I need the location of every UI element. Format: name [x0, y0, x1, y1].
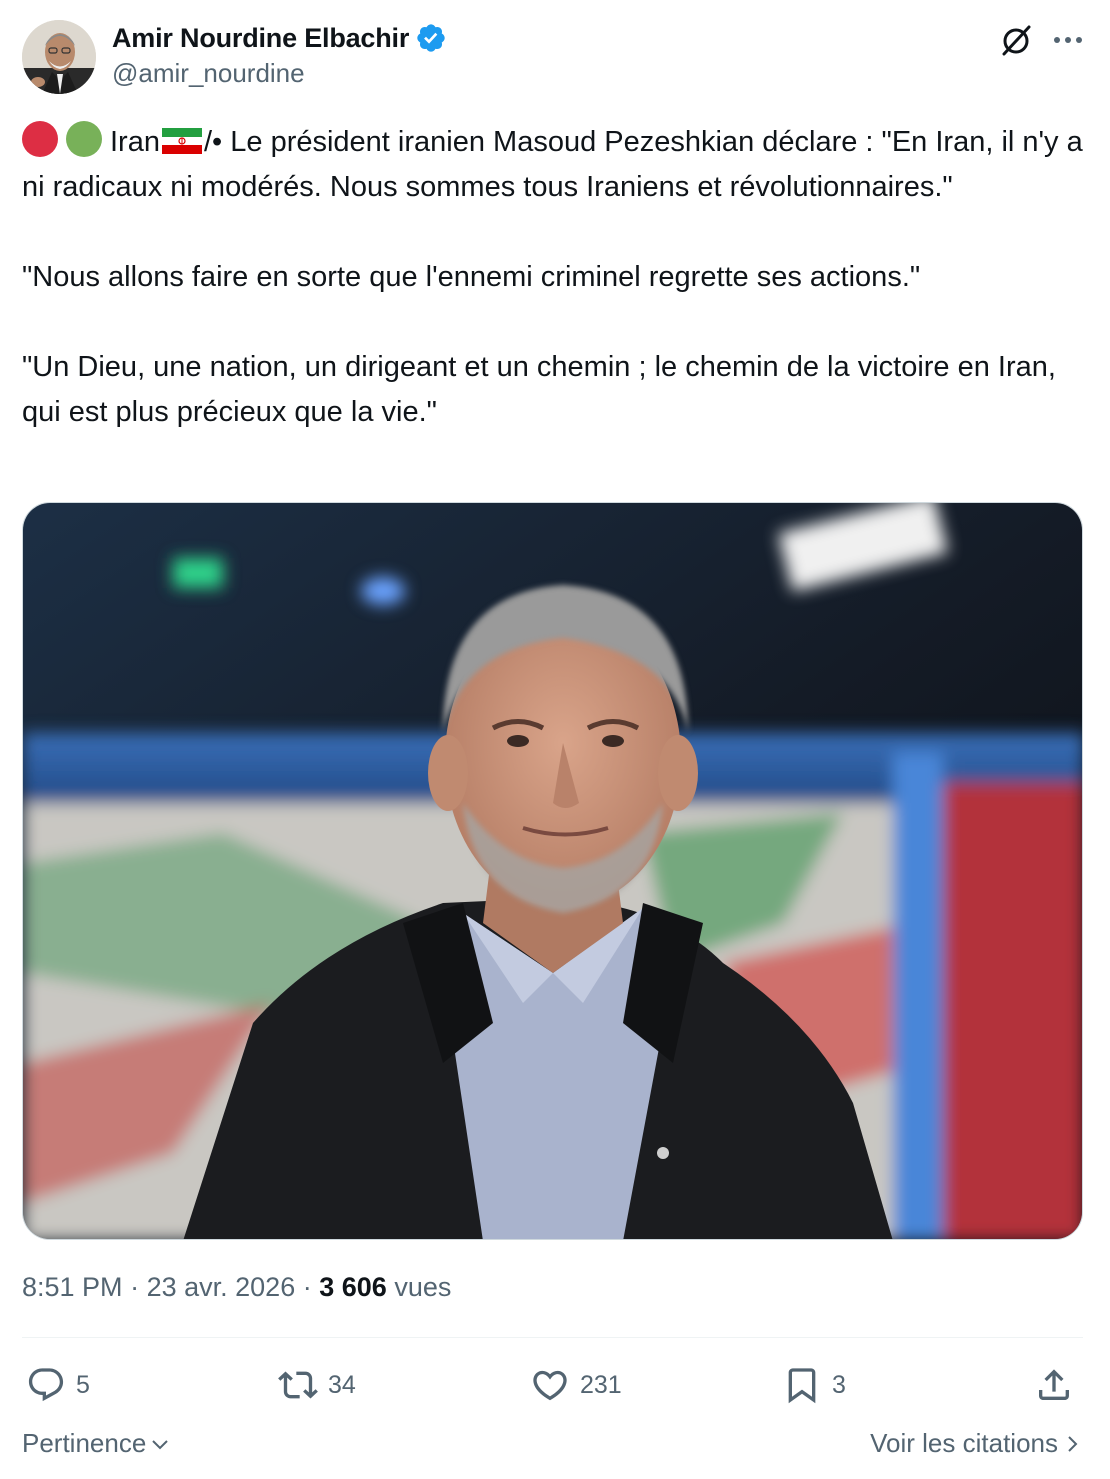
share-button[interactable] [1034, 1362, 1084, 1408]
iran-flag-icon [161, 128, 202, 154]
repost-count: 34 [328, 1370, 356, 1399]
sort-label: Pertinence [22, 1428, 147, 1458]
reply-button[interactable]: 5 [26, 1362, 90, 1408]
tweet-paragraph-2: "Nous allons faire en sorte que l'ennemi… [22, 261, 921, 293]
divider [22, 1337, 1083, 1338]
repost-button[interactable]: 34 [278, 1362, 356, 1408]
bookmark-count: 3 [832, 1370, 846, 1399]
share-icon [1039, 1369, 1069, 1400]
grok-icon[interactable] [998, 22, 1034, 58]
author-names: Amir Nourdine Elbachir @amir_nourdine [112, 20, 447, 89]
reply-icon [28, 1368, 64, 1402]
chevron-down-icon [152, 1439, 169, 1449]
tweet-photo[interactable] [22, 502, 1083, 1240]
view-quotes-label: Voir les citations [870, 1428, 1058, 1458]
like-count: 231 [580, 1370, 622, 1399]
meta-separator-2: · [302, 1272, 312, 1302]
tweet-iran-word: Iran [110, 126, 160, 158]
tweet-meta: 8:51 PM · 23 avr. 2026 · 3 606 vues [22, 1272, 451, 1303]
tweet-paragraph-1: Iran/• Le président iranien Masoud Pezes… [22, 120, 1088, 210]
tweet-date[interactable]: 23 avr. 2026 [147, 1272, 296, 1302]
chevron-right-icon [1068, 1435, 1078, 1452]
sort-dropdown[interactable]: Pertinence [22, 1428, 170, 1459]
bookmark-icon [788, 1368, 816, 1404]
views-label: vues [394, 1272, 452, 1302]
tweet-paragraph-3: "Un Dieu, une nation, un dirigeant et un… [22, 351, 1056, 428]
like-icon [533, 1370, 567, 1401]
meta-separator: · [130, 1272, 140, 1302]
tweet-time[interactable]: 8:51 PM [22, 1272, 123, 1302]
green-circle-icon [66, 121, 102, 157]
tweet-text: Iran/• Le président iranien Masoud Pezes… [22, 120, 1088, 435]
red-circle-icon [22, 121, 58, 157]
author-handle[interactable]: @amir_nourdine [112, 58, 447, 89]
views-count: 3 606 [319, 1272, 387, 1302]
like-button[interactable]: 231 [530, 1362, 622, 1408]
repost-icon [278, 1371, 318, 1399]
more-options-icon[interactable] [1052, 34, 1084, 46]
photo-illustration [23, 503, 1082, 1239]
bookmark-button[interactable]: 3 [782, 1362, 846, 1408]
tweet-header: Amir Nourdine Elbachir @amir_nourdine [22, 20, 1088, 96]
verified-badge-icon [417, 24, 445, 52]
author-avatar[interactable] [22, 20, 96, 94]
reply-count: 5 [76, 1370, 90, 1399]
author-display-name[interactable]: Amir Nourdine Elbachir [112, 23, 409, 54]
view-quotes-link[interactable]: Voir les citations [870, 1428, 1082, 1459]
